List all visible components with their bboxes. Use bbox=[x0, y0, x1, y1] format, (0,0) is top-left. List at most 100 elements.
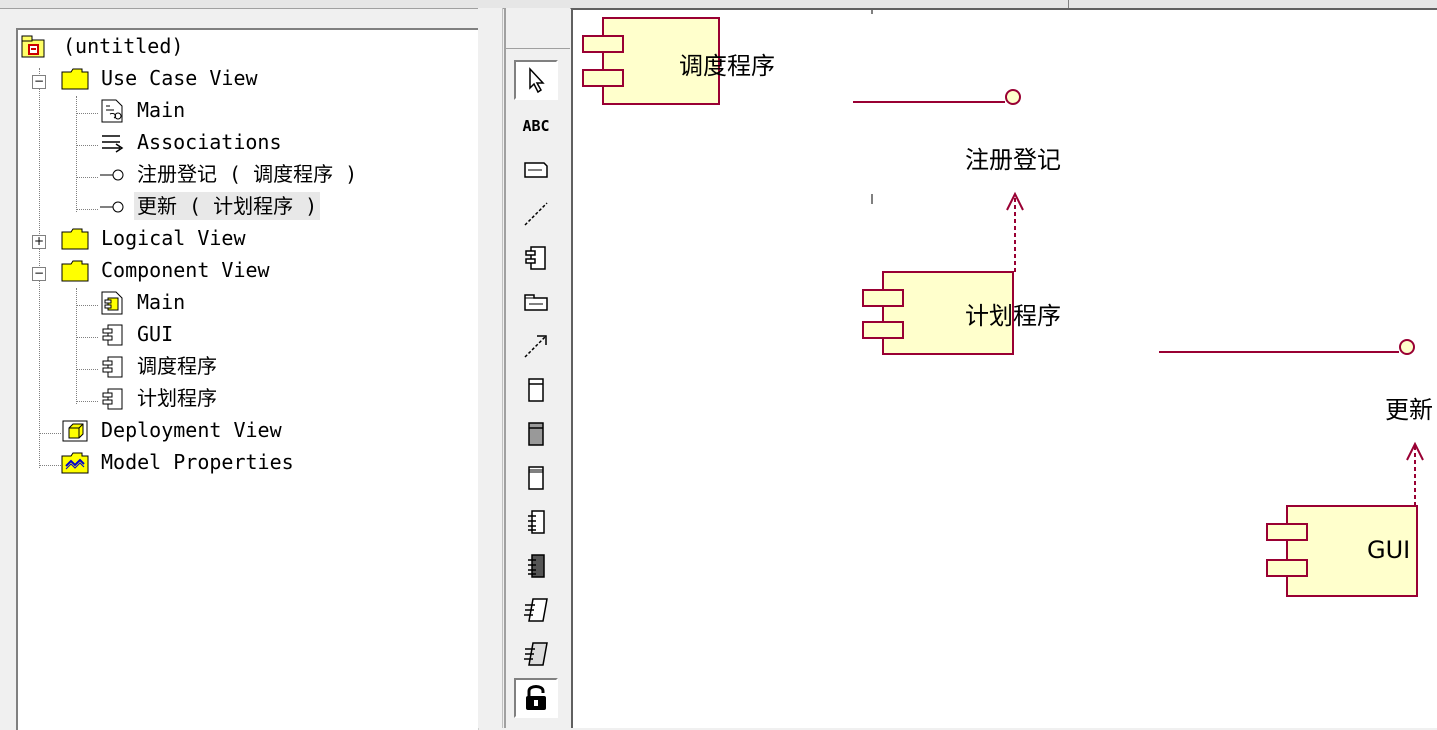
tree-item-label: Use Case View bbox=[101, 66, 258, 90]
tree-item-label: Main bbox=[137, 290, 186, 314]
component-planner-label: 计划程序 bbox=[965, 302, 1061, 330]
model-browser[interactable]: (untitled) − Use Case View Main Associat… bbox=[16, 28, 479, 730]
package-spec-tool-button[interactable] bbox=[514, 502, 558, 542]
folder-icon bbox=[60, 226, 89, 252]
task-spec-tool-button[interactable] bbox=[514, 590, 558, 630]
top-divider bbox=[1068, 0, 1069, 8]
collapse-icon[interactable]: − bbox=[32, 267, 46, 281]
tree-item-interface-update[interactable]: 更新 ( 计划程序 ) bbox=[134, 192, 321, 220]
note-tool-button[interactable] bbox=[514, 150, 558, 190]
tree-item-deployment-view[interactable]: Deployment View bbox=[98, 416, 285, 444]
tree-item-model-properties[interactable]: Model Properties bbox=[98, 448, 297, 476]
tree-item-label: Deployment View bbox=[101, 418, 282, 442]
model-properties-icon bbox=[60, 450, 89, 476]
diagram-shapes bbox=[582, 10, 1424, 597]
subprogram-body-icon bbox=[528, 422, 544, 446]
tree-item-use-case-view[interactable]: Use Case View bbox=[98, 64, 261, 92]
package-spec-icon bbox=[528, 510, 545, 534]
tree-line bbox=[76, 145, 98, 146]
toolbox-header bbox=[506, 8, 570, 49]
expand-icon[interactable]: + bbox=[32, 235, 46, 249]
tree-item-label: Component View bbox=[101, 258, 270, 282]
package-body-icon bbox=[528, 554, 545, 578]
deployment-view-icon bbox=[60, 418, 88, 444]
interface-update-label: 更新 bbox=[1385, 396, 1433, 424]
component-diagram-canvas[interactable]: 调度程序 注册登记 计划程序 更新 GUI bbox=[571, 8, 1437, 728]
tree-item-label: 注册登记 ( 调度程序 ) bbox=[137, 162, 358, 186]
tree-line bbox=[76, 369, 98, 370]
tree-item-logical-view[interactable]: Logical View bbox=[98, 224, 249, 252]
selection-tool-button[interactable] bbox=[514, 60, 558, 100]
anchor-note-tool-button[interactable] bbox=[514, 194, 558, 234]
tree-item-label: (untitled) bbox=[63, 34, 184, 58]
text-tool-label: ABC bbox=[522, 117, 550, 135]
tree-line bbox=[76, 113, 98, 114]
associations-icon bbox=[98, 130, 126, 156]
interface-update-shape[interactable] bbox=[1159, 339, 1415, 355]
dependency-arrow-icon bbox=[524, 335, 547, 358]
subprogram-body-tool-button[interactable] bbox=[514, 414, 558, 454]
tree-item-label: Associations bbox=[137, 130, 282, 154]
interface-icon bbox=[98, 162, 126, 188]
tree-line bbox=[76, 337, 98, 338]
folder-icon bbox=[60, 258, 89, 284]
subprogram-spec-tool-button[interactable] bbox=[514, 370, 558, 410]
tree-item-label: 调度程序 bbox=[137, 354, 217, 378]
component-gui-label: GUI bbox=[1367, 536, 1411, 564]
tree-item-main[interactable]: Main bbox=[134, 96, 188, 124]
collapse-icon[interactable]: − bbox=[32, 75, 46, 89]
interface-register-label: 注册登记 bbox=[965, 146, 1061, 174]
anchor-line-icon bbox=[524, 202, 548, 226]
tree-item-interface-register[interactable]: 注册登记 ( 调度程序 ) bbox=[134, 160, 360, 188]
folder-icon bbox=[60, 66, 89, 92]
component-tool-button[interactable] bbox=[514, 238, 558, 278]
use-case-diagram-icon bbox=[98, 98, 126, 124]
package-body-tool-button[interactable] bbox=[514, 546, 558, 586]
component-scheduler-label: 调度程序 bbox=[679, 52, 775, 80]
dependency-planner-to-register[interactable] bbox=[1006, 191, 1024, 272]
interface-icon bbox=[98, 194, 126, 220]
component-diagram-icon bbox=[98, 290, 126, 316]
subprogram-spec-icon bbox=[528, 378, 544, 402]
tree-item-label: 更新 ( 计划程序 ) bbox=[134, 192, 321, 220]
component-icon bbox=[98, 322, 126, 348]
tree-item-label: Model Properties bbox=[101, 450, 294, 474]
tree-item-component-scheduler[interactable]: 调度程序 bbox=[134, 352, 220, 380]
tree-item-component-gui[interactable]: GUI bbox=[134, 320, 176, 348]
tree-item-label: Logical View bbox=[101, 226, 246, 250]
package-icon bbox=[524, 294, 548, 311]
component-icon bbox=[98, 386, 126, 412]
main-program-icon bbox=[528, 466, 544, 490]
package-tool-button[interactable] bbox=[514, 282, 558, 322]
diagram-toolbox: ABC bbox=[504, 8, 570, 728]
tree-line bbox=[76, 177, 98, 178]
task-body-icon bbox=[524, 642, 548, 666]
pointer-arrow-icon bbox=[529, 67, 545, 94]
pane-splitter[interactable] bbox=[478, 8, 503, 728]
tree-item-associations[interactable]: Associations bbox=[134, 128, 285, 156]
tree-line bbox=[39, 433, 61, 434]
note-icon bbox=[524, 162, 548, 178]
tree-item-component-planner[interactable]: 计划程序 bbox=[134, 384, 220, 412]
lock-icon bbox=[526, 685, 546, 710]
dependency-gui-to-update[interactable] bbox=[1406, 441, 1424, 506]
tree-line bbox=[76, 209, 98, 210]
tree-item-label: Main bbox=[137, 98, 186, 122]
task-body-tool-button[interactable] bbox=[514, 634, 558, 674]
model-root-icon bbox=[20, 34, 48, 60]
component-icon bbox=[98, 354, 126, 380]
tree-item-component-view[interactable]: Component View bbox=[98, 256, 273, 284]
dependency-tool-button[interactable] bbox=[514, 326, 558, 366]
tree-line bbox=[76, 401, 98, 402]
task-spec-icon bbox=[524, 598, 548, 622]
component-icon bbox=[525, 246, 546, 270]
tree-item-component-main[interactable]: Main bbox=[134, 288, 188, 316]
interface-register-shape[interactable] bbox=[853, 89, 1021, 105]
tree-item-label: 计划程序 bbox=[137, 386, 217, 410]
text-tool-button[interactable]: ABC bbox=[514, 106, 558, 146]
tree-item-root[interactable]: (untitled) bbox=[60, 32, 186, 60]
tree-line bbox=[39, 465, 61, 466]
main-program-tool-button[interactable] bbox=[514, 458, 558, 498]
lock-tool-button[interactable] bbox=[514, 678, 558, 718]
tree-line bbox=[76, 305, 98, 306]
